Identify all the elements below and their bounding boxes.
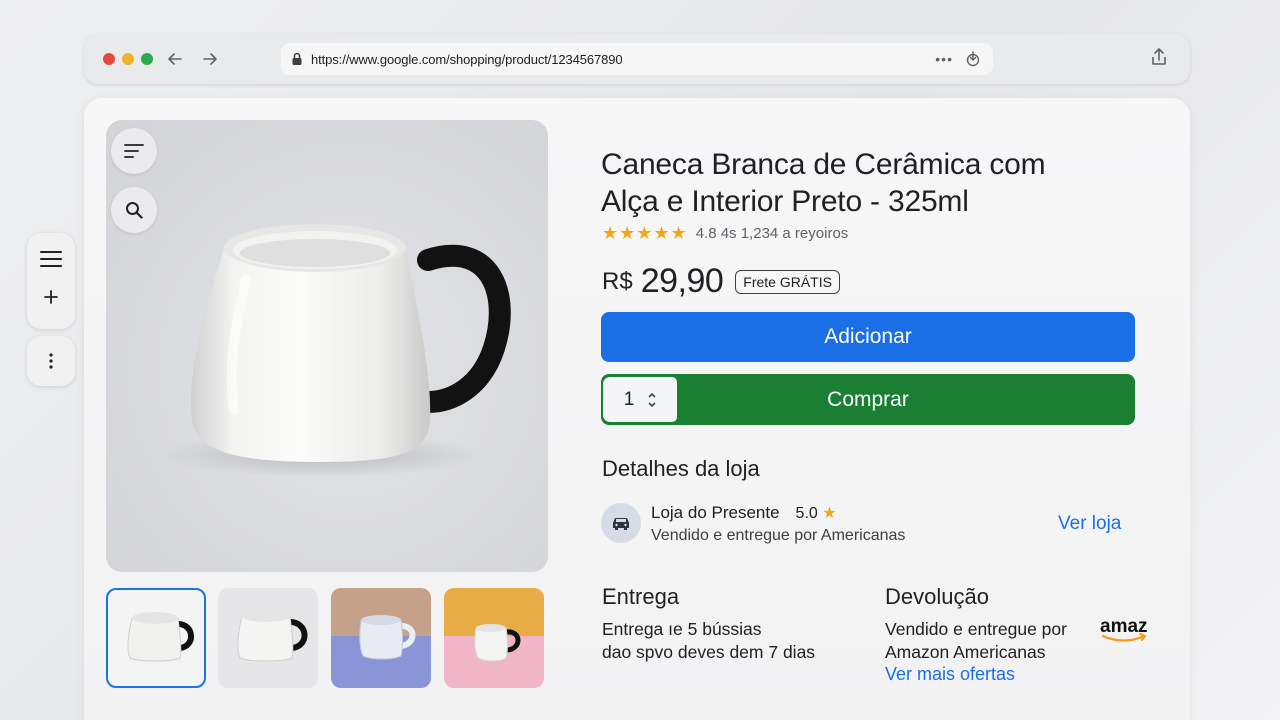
store-rating-value: 5.0 xyxy=(795,505,818,522)
returns-line1: Vendido e entregue por xyxy=(885,619,1067,639)
product-rating[interactable]: ★★★★★ 4.8 4s 1,234 a reyoiros xyxy=(602,223,848,244)
mug-thumbnail-image xyxy=(237,610,308,662)
menu-button[interactable] xyxy=(37,247,65,271)
close-window-button[interactable] xyxy=(103,53,115,65)
mug-thumbnail-image xyxy=(359,615,416,660)
store-avatar xyxy=(601,503,641,543)
buy-button[interactable]: Comprar xyxy=(601,374,1135,425)
menu-icon xyxy=(40,251,62,267)
address-bar[interactable]: https://www.google.com/shopping/product/… xyxy=(281,43,993,75)
delivery-info: Entrega ıe 5 bússias dao spvo deves dem … xyxy=(602,618,815,664)
product-title-line2: Alça e Interior Preto - 325ml xyxy=(601,185,969,218)
product-image[interactable] xyxy=(106,120,548,572)
url-text: https://www.google.com/shopping/product/… xyxy=(311,51,623,67)
free-shipping-badge: Frete GRÁTIS xyxy=(735,269,840,294)
thumbnail-1-selected[interactable] xyxy=(106,588,206,688)
filter-button[interactable] xyxy=(111,128,157,174)
more-offers-link[interactable]: Ver mais ofertas xyxy=(885,664,1015,685)
forward-icon xyxy=(203,53,217,65)
more-vertical-icon xyxy=(49,353,53,369)
store-name[interactable]: Loja do Presente xyxy=(651,503,780,523)
plus-icon xyxy=(44,290,58,304)
rating-text: 4.8 4s 1,234 a reyoiros xyxy=(695,225,849,242)
mug-thumbnail-image xyxy=(127,612,194,662)
chevron-up-icon[interactable] xyxy=(648,392,656,398)
car-icon xyxy=(613,518,629,530)
search-icon xyxy=(126,202,143,219)
view-store-link[interactable]: Ver loja xyxy=(1058,513,1121,535)
mug-image xyxy=(161,224,511,477)
download-icon[interactable] xyxy=(965,51,981,67)
returns-title: Devolução xyxy=(885,584,989,609)
amazon-logo: amaz xyxy=(1100,615,1152,648)
more-options-button[interactable] xyxy=(37,349,65,373)
quantity-stepper[interactable]: 1 xyxy=(603,377,677,422)
add-button[interactable] xyxy=(37,285,65,309)
share-button[interactable] xyxy=(1150,47,1168,72)
lock-icon xyxy=(283,52,311,66)
back-button[interactable] xyxy=(162,46,188,72)
delivery-line2: dao spvo deves dem 7 dias xyxy=(602,642,816,662)
minimize-window-button[interactable] xyxy=(122,53,134,65)
star-icon: ★ xyxy=(822,505,837,522)
maximize-window-button[interactable] xyxy=(141,53,153,65)
store-sold-by: Vendido e entregue por Americanas xyxy=(651,527,906,544)
side-toolbar-more xyxy=(27,336,75,386)
quantity-value: 1 xyxy=(623,388,635,410)
price-value: 29,90 xyxy=(640,262,724,300)
filter-icon xyxy=(124,144,144,158)
store-section-title: Detalhes da loja xyxy=(602,456,760,481)
price-row: R$ 29,90 Frete GRÁTIS xyxy=(602,262,840,301)
rating-stars: ★★★★★ xyxy=(602,223,688,243)
store-name-row[interactable]: Loja do Presente 5.0 ★ xyxy=(651,503,837,523)
more-icon[interactable]: ••• xyxy=(935,51,953,67)
price-currency: R$ xyxy=(602,267,633,295)
add-to-cart-button[interactable]: Adicionar xyxy=(601,312,1135,362)
mug-thumbnail-image xyxy=(474,624,521,662)
delivery-title: Entrega xyxy=(602,584,680,609)
product-title: Caneca Branca de Cerâmica com Alça e Int… xyxy=(601,146,1121,220)
store-rating: 5.0 ★ xyxy=(796,503,837,523)
side-toolbar xyxy=(27,233,75,329)
forward-button[interactable] xyxy=(197,46,223,72)
thumbnail-2[interactable] xyxy=(218,588,318,688)
product-title-line1: Caneca Branca de Cerâmica com xyxy=(601,148,1046,181)
share-icon xyxy=(1152,48,1166,65)
image-search-button[interactable] xyxy=(111,187,157,233)
quantity-arrows[interactable] xyxy=(648,392,656,408)
thumbnail-3[interactable] xyxy=(331,588,431,688)
browser-toolbar: https://www.google.com/shopping/product/… xyxy=(84,34,1190,84)
returns-line2: Amazon Americanas xyxy=(885,642,1046,662)
chevron-down-icon[interactable] xyxy=(648,401,656,408)
back-icon xyxy=(168,53,182,65)
window-controls xyxy=(103,53,153,65)
delivery-line1: Entrega ıe 5 bússias xyxy=(602,619,762,639)
thumbnail-4[interactable] xyxy=(444,588,544,688)
